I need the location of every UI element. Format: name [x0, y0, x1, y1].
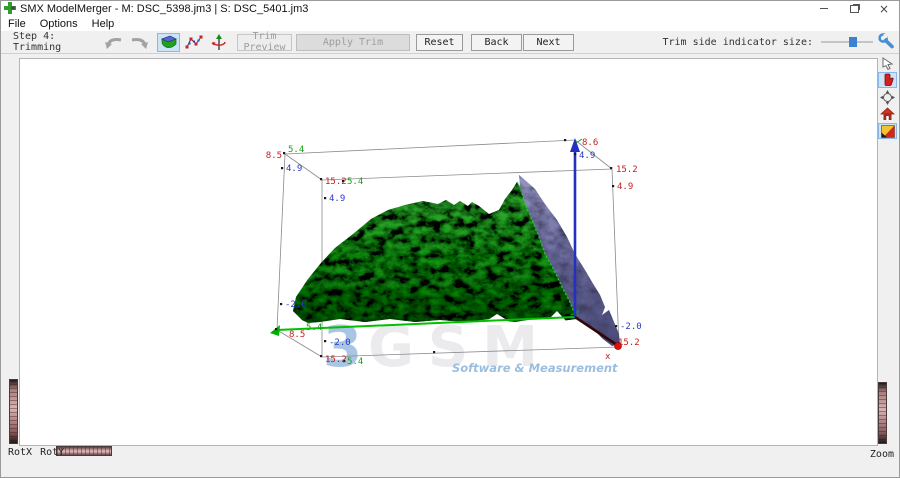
rotx-label: RotX	[8, 447, 32, 458]
slider-handle[interactable]	[849, 37, 857, 47]
menu-help[interactable]: Help	[85, 16, 122, 31]
svg-text:8.6: 8.6	[582, 138, 598, 148]
viewport-canvas[interactable]: 3GSM Software & Measurement	[19, 58, 878, 446]
redo-icon[interactable]	[127, 33, 150, 52]
colormap-icon[interactable]	[878, 123, 897, 139]
rotation-vertical-slider[interactable]	[9, 379, 18, 444]
svg-text:5.4: 5.4	[288, 145, 304, 155]
toolbar: Step 4: Trimming	[1, 31, 899, 54]
svg-text:15.2: 15.2	[618, 338, 640, 348]
svg-text:4.9: 4.9	[617, 182, 633, 192]
apply-trim-button[interactable]: Apply Trim	[296, 34, 410, 51]
svg-text:x: x	[605, 352, 611, 362]
viewport-3d-scene[interactable]: 3GSM Software & Measurement	[20, 59, 877, 445]
back-button[interactable]: Back	[471, 34, 522, 51]
axis-tool-icon[interactable]	[207, 33, 230, 52]
title-bar: SMX ModelMerger - M: DSC_5398.jm3 | S: D…	[1, 1, 899, 16]
watermark-tagline: Software & Measurement	[452, 361, 618, 375]
svg-text:15.2: 15.2	[616, 165, 638, 175]
bottom-bar: RotX RotY Zoom	[1, 444, 899, 460]
svg-text:4.9: 4.9	[579, 151, 595, 161]
menu-options[interactable]: Options	[33, 16, 85, 31]
svg-text:-2.0: -2.0	[329, 338, 351, 348]
window-title: SMX ModelMerger - M: DSC_5398.jm3 | S: D…	[20, 3, 308, 15]
svg-text:4.9: 4.9	[329, 194, 345, 204]
undo-icon[interactable]	[102, 33, 125, 52]
app-icon	[4, 2, 16, 17]
menu-bar: File Options Help	[1, 16, 899, 32]
home-view-icon[interactable]	[878, 106, 897, 122]
svg-text:8.5: 8.5	[266, 151, 282, 161]
svg-text:5.4: 5.4	[347, 357, 363, 367]
lasso-select-icon[interactable]	[878, 55, 897, 71]
step-label: Step 4: Trimming	[13, 31, 101, 53]
trim-preview-button[interactable]: Trim Preview	[237, 34, 292, 51]
next-button[interactable]: Next	[523, 34, 574, 51]
svg-text:4.9: 4.9	[286, 164, 302, 174]
pan-glove-icon[interactable]	[878, 72, 897, 88]
minimize-button[interactable]	[809, 1, 839, 16]
zoom-vertical-slider[interactable]	[878, 382, 887, 444]
trim-size-slider[interactable]	[821, 35, 873, 49]
rotate-view-icon[interactable]	[878, 89, 897, 105]
svg-text:5.4: 5.4	[347, 177, 363, 187]
close-button[interactable]: ×	[869, 1, 899, 16]
maximize-button[interactable]	[839, 1, 869, 16]
menu-file[interactable]: File	[1, 16, 33, 31]
wrench-icon[interactable]	[877, 32, 895, 52]
svg-text:15.2: 15.2	[325, 177, 347, 187]
axis-green-arrowhead	[270, 325, 280, 336]
trim-polygon-tool-icon[interactable]	[157, 33, 180, 52]
svg-text:5.4: 5.4	[306, 323, 322, 333]
zoom-label: Zoom	[870, 449, 894, 460]
roty-label: RotY	[40, 447, 64, 458]
slider-track	[821, 41, 873, 43]
reset-button[interactable]: Reset	[416, 34, 463, 51]
modelmerger-window: SMX ModelMerger - M: DSC_5398.jm3 | S: D…	[0, 0, 900, 478]
svg-text:-2.0: -2.0	[620, 322, 642, 332]
svg-text:15.2: 15.2	[325, 355, 347, 365]
svg-text:8.5: 8.5	[289, 330, 305, 340]
polyline-tool-icon[interactable]	[182, 33, 205, 52]
view-tool-column	[878, 55, 897, 139]
svg-text:-2.0: -2.0	[285, 300, 307, 310]
trim-size-label: Trim side indicator size:	[662, 37, 813, 48]
